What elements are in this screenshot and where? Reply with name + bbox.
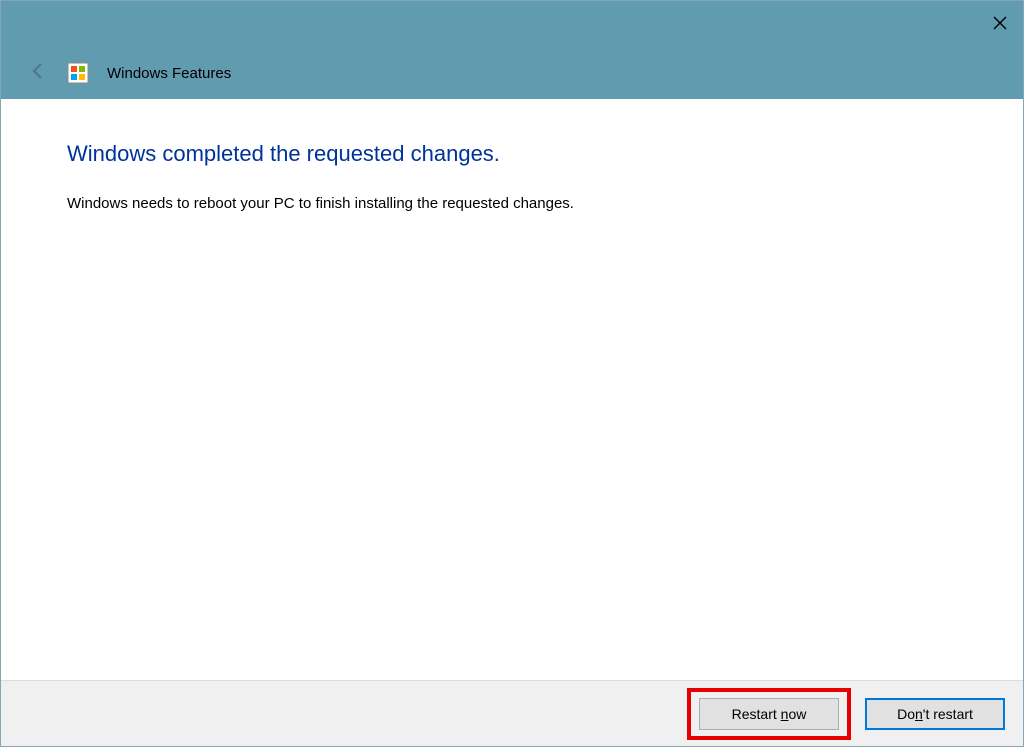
back-button (27, 62, 49, 84)
windows-features-icon (67, 62, 89, 84)
content-area: Windows completed the requested changes.… (1, 99, 1023, 680)
button-label: Don't restart (897, 706, 973, 722)
highlight-outline: Restart now (687, 688, 851, 740)
dialog-window: Windows Features Windows completed the r… (0, 0, 1024, 747)
header-strip: Windows Features (1, 47, 1023, 99)
dont-restart-button[interactable]: Don't restart (865, 698, 1005, 730)
restart-now-button[interactable]: Restart now (699, 698, 839, 730)
back-arrow-icon (28, 61, 48, 86)
button-label: Restart now (732, 706, 807, 722)
close-button[interactable] (977, 1, 1023, 47)
footer-bar: Restart now Don't restart (1, 680, 1023, 746)
main-heading: Windows completed the requested changes. (67, 141, 957, 167)
close-icon (993, 14, 1007, 35)
header-title: Windows Features (107, 65, 231, 82)
titlebar (1, 1, 1023, 47)
body-text: Windows needs to reboot your PC to finis… (67, 195, 957, 212)
